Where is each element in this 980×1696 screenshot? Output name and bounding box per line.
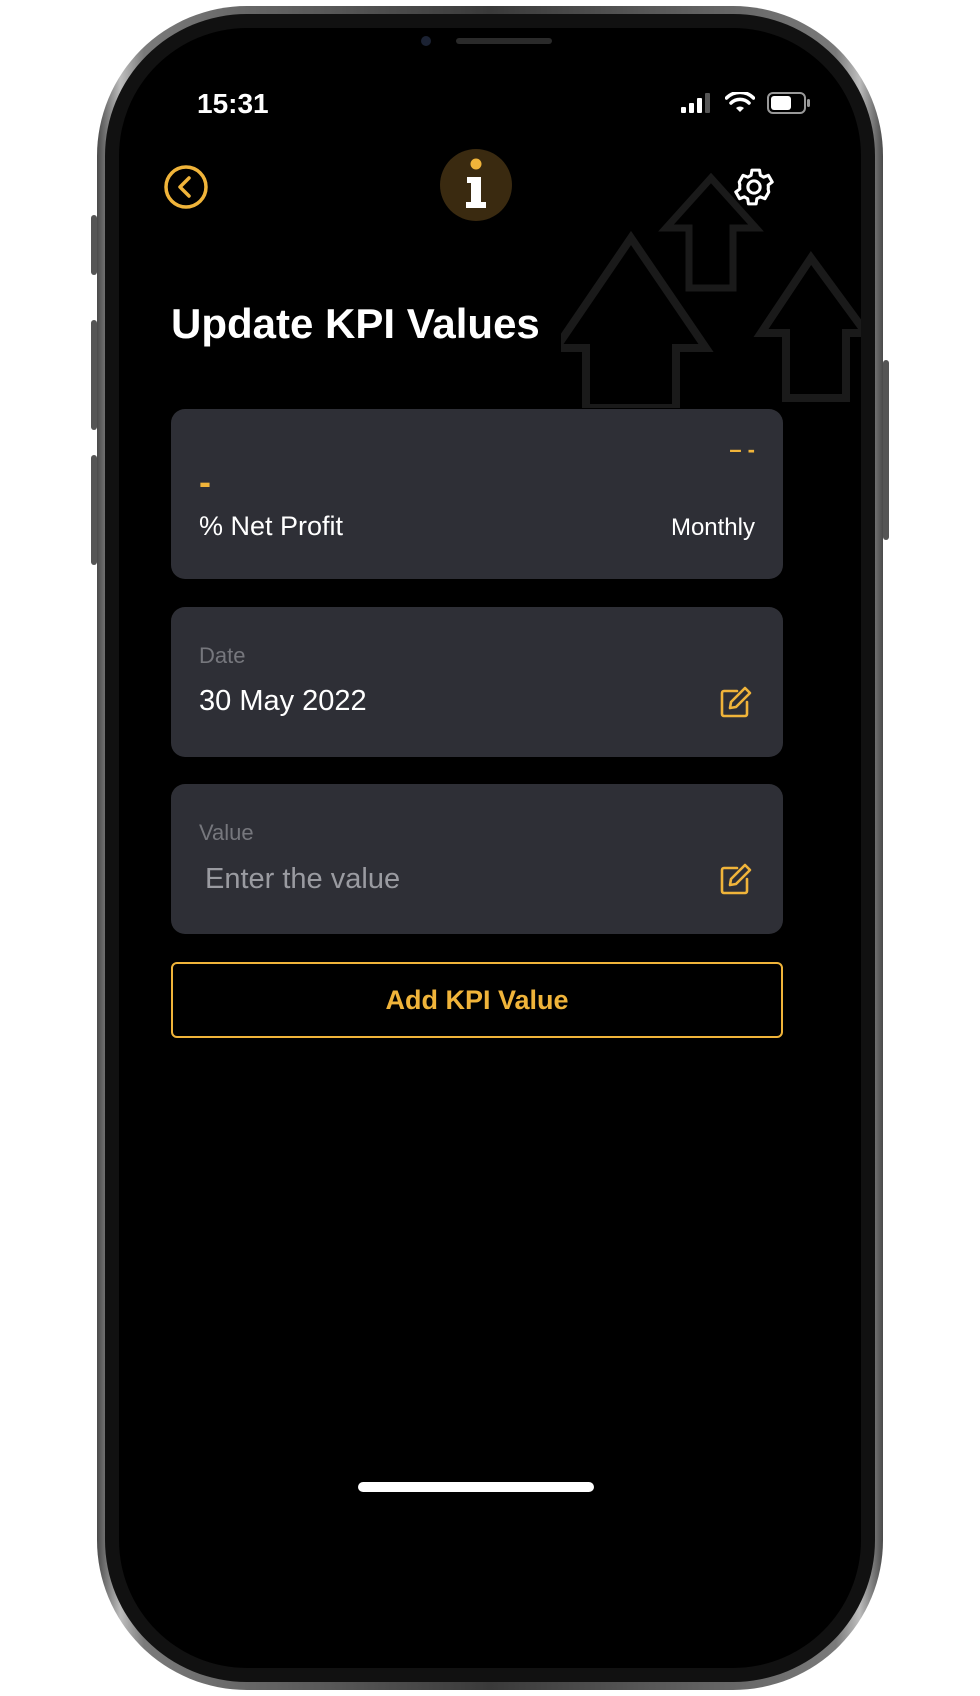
status-time: 15:31 bbox=[197, 88, 269, 119]
value-input[interactable] bbox=[201, 858, 681, 900]
home-indicator[interactable] bbox=[358, 1482, 594, 1492]
date-label: Date bbox=[199, 643, 246, 668]
kpi-value: - bbox=[199, 461, 211, 502]
info-button[interactable] bbox=[439, 148, 513, 227]
battery-icon bbox=[767, 92, 810, 114]
phone-bezel: 15:31 Update KPI Values - – - % Net Prof… bbox=[105, 14, 875, 1682]
kpi-name: % Net Profit bbox=[199, 511, 344, 541]
phone-frame: 15:31 Update KPI Values - – - % Net Prof… bbox=[97, 6, 883, 1690]
edit-icon bbox=[720, 863, 752, 895]
settings-button[interactable] bbox=[731, 164, 777, 215]
mute-switch bbox=[91, 215, 97, 275]
edit-icon bbox=[720, 686, 752, 718]
page-title: Update KPI Values bbox=[171, 300, 540, 347]
kpi-summary-card: - – - % Net Profit Monthly bbox=[171, 409, 783, 579]
signal-icon bbox=[681, 93, 710, 113]
power-button bbox=[883, 360, 889, 540]
value-field[interactable]: Value bbox=[171, 784, 783, 934]
wifi-icon bbox=[725, 92, 755, 112]
date-value[interactable]: 30 May 2022 bbox=[199, 685, 367, 718]
status-icons bbox=[681, 92, 811, 114]
value-label: Value bbox=[199, 820, 254, 845]
value-edit-button[interactable] bbox=[719, 862, 753, 901]
volume-up-button bbox=[91, 320, 97, 430]
background-arrows-decoration bbox=[561, 172, 861, 408]
kpi-frequency: Monthly bbox=[670, 514, 755, 541]
kpi-target-value: – - bbox=[729, 437, 755, 462]
info-icon bbox=[440, 149, 512, 221]
add-kpi-value-button[interactable]: Add KPI Value bbox=[171, 962, 783, 1038]
volume-down-button bbox=[91, 455, 97, 565]
back-button[interactable] bbox=[163, 164, 209, 215]
screen: 15:31 Update KPI Values - – - % Net Prof… bbox=[119, 28, 861, 1668]
gear-icon bbox=[734, 168, 774, 206]
front-camera bbox=[421, 36, 431, 46]
speaker-grille bbox=[456, 38, 552, 44]
chevron-left-circle-icon bbox=[164, 165, 208, 209]
date-field[interactable]: Date 30 May 2022 bbox=[171, 607, 783, 757]
date-edit-button[interactable] bbox=[719, 685, 753, 724]
